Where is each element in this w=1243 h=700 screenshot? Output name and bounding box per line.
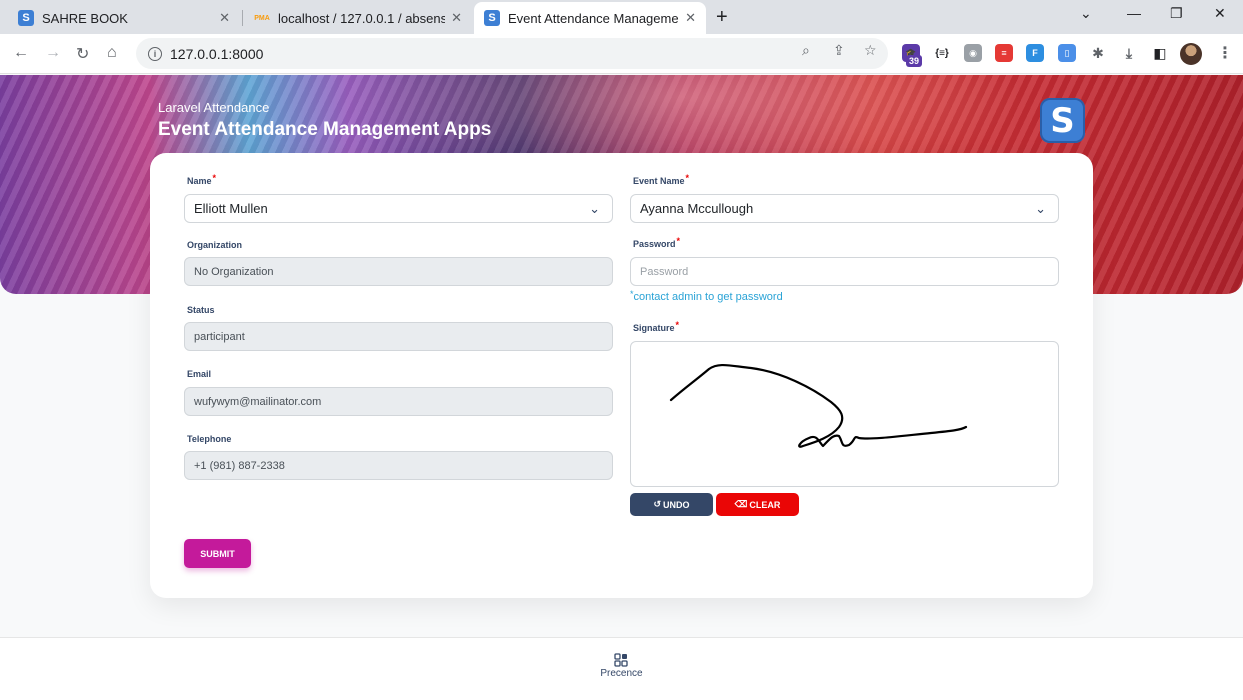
eraser-icon: ⌫ [734, 499, 748, 509]
name-label: Name* [187, 173, 217, 186]
close-icon[interactable]: ✕ [685, 10, 696, 26]
phpmyadmin-favicon-icon: PMA [254, 14, 270, 22]
app-logo: S [1040, 98, 1085, 143]
event-selected-value: Ayanna Mccullough [640, 201, 754, 216]
forward-arrow-icon[interactable]: → [45, 44, 61, 62]
reload-icon[interactable]: ↻ [76, 44, 89, 64]
chevron-down-icon: ⌄ [589, 201, 600, 216]
signature-drawing [669, 363, 968, 448]
status-field: participant [184, 322, 613, 351]
app-title: Event Attendance Management Apps [158, 119, 492, 140]
telephone-label: Telephone [187, 434, 232, 444]
password-input[interactable] [640, 265, 1058, 278]
password-input-wrapper[interactable] [630, 257, 1059, 286]
download-icon[interactable]: ⤓ [1120, 44, 1138, 62]
tab-favicon-icon: S [484, 10, 500, 26]
json-extension-icon[interactable]: {≡} [933, 44, 951, 62]
tab-title: Event Attendance Management A [508, 10, 679, 26]
presence-nav-label: Precence [600, 668, 643, 679]
tab-favicon-icon: S [18, 10, 34, 26]
tab-title: localhost / 127.0.0.1 / absensi / u [278, 10, 446, 26]
camera-extension-icon[interactable]: ◉ [964, 44, 982, 62]
event-name-select[interactable]: Ayanna Mccullough ⌄ [630, 194, 1059, 223]
name-select[interactable]: Elliott Mullen ⌄ [184, 194, 613, 223]
back-arrow-icon[interactable]: ← [13, 44, 29, 62]
event-name-label: Event Name* [633, 173, 690, 186]
organization-label: Organization [187, 240, 243, 250]
undo-button[interactable]: ↺ UNDO [630, 493, 713, 516]
tab-separator [242, 10, 243, 26]
undo-icon: ↺ [653, 499, 662, 509]
browser-tab-phpmyadmin[interactable]: PMA localhost / 127.0.0.1 / absensi / u … [244, 2, 472, 34]
apps-grid-icon [614, 653, 628, 667]
minimize-icon[interactable]: — [1127, 5, 1141, 21]
clipboard-extension-icon[interactable]: ▯ [1058, 44, 1076, 62]
name-selected-value: Elliott Mullen [194, 201, 268, 216]
url-text: 127.0.0.1:8000 [170, 45, 264, 62]
restore-icon[interactable]: ❐ [1170, 5, 1183, 22]
browser-tab-sahre-book[interactable]: S SAHRE BOOK ✕ [8, 2, 240, 34]
browser-toolbar: ← → ↻ ⌂ i 127.0.0.1:8000 ⌕ ⇪ ☆ 🎓 39 {≡} … [0, 34, 1243, 74]
bookmark-star-icon[interactable]: ☆ [864, 42, 877, 59]
side-panel-icon[interactable]: ◧ [1151, 44, 1169, 62]
extension-badge: 39 [906, 55, 923, 67]
home-icon[interactable]: ⌂ [107, 44, 117, 62]
font-extension-icon[interactable]: F [1026, 44, 1044, 62]
browser-tab-event-attendance[interactable]: S Event Attendance Management A ✕ [474, 2, 706, 34]
submit-button[interactable]: SUBMIT [184, 539, 251, 568]
organization-field: No Organization [184, 257, 613, 286]
email-label: Email [187, 369, 212, 379]
close-icon[interactable]: ✕ [219, 10, 230, 26]
menu-kebab-icon[interactable]: ⋮ [1217, 43, 1233, 63]
password-hint: *contact admin to get password [630, 289, 783, 303]
window-close-icon[interactable]: ✕ [1214, 5, 1226, 22]
puzzle-extensions-icon[interactable]: ✱ [1089, 44, 1107, 62]
browser-tab-bar: S SAHRE BOOK ✕ PMA localhost / 127.0.0.1… [0, 0, 1243, 34]
address-bar[interactable]: i 127.0.0.1:8000 [136, 38, 888, 69]
share-icon[interactable]: ⇪ [833, 42, 845, 59]
email-field: wufywym@mailinator.com [184, 387, 613, 416]
new-tab-button[interactable]: + [716, 6, 728, 29]
app-subtitle: Laravel Attendance [158, 100, 270, 115]
close-icon[interactable]: ✕ [451, 10, 462, 26]
status-label: Status [187, 305, 215, 315]
telephone-field: +1 (981) 887-2338 [184, 451, 613, 480]
todoist-extension-icon[interactable]: ≡ [995, 44, 1013, 62]
bottom-navigation: Precence [0, 637, 1243, 700]
clear-button[interactable]: ⌫ CLEAR [716, 493, 799, 516]
signature-label: Signature* [633, 320, 680, 333]
tab-search-chevron-icon[interactable]: ⌄ [1080, 5, 1092, 22]
profile-avatar[interactable] [1180, 43, 1202, 65]
signature-pad[interactable] [630, 341, 1059, 487]
site-info-icon[interactable]: i [148, 46, 162, 61]
chevron-down-icon: ⌄ [1035, 201, 1046, 216]
zoom-icon[interactable]: ⌕ [802, 42, 810, 59]
tab-title: SAHRE BOOK [42, 10, 128, 26]
password-label: Password* [633, 236, 681, 249]
